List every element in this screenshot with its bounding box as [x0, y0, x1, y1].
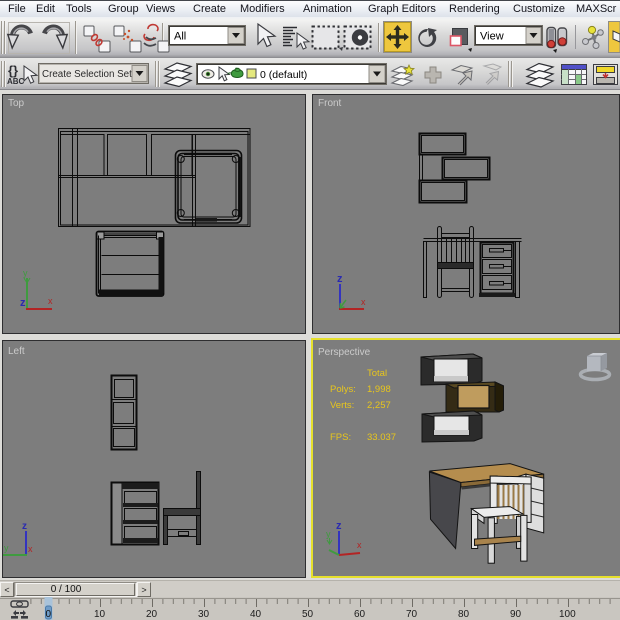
- svg-text:0: 0: [46, 609, 52, 620]
- svg-text:All: All: [174, 31, 186, 43]
- svg-text:30: 30: [198, 609, 210, 620]
- svg-text:z: z: [20, 297, 26, 309]
- svg-text:FPS:: FPS:: [330, 432, 351, 443]
- svg-text:Total: Total: [367, 368, 387, 379]
- svg-text:{}: {}: [8, 63, 18, 78]
- svg-text:70: 70: [406, 609, 418, 620]
- svg-text:x: x: [361, 297, 366, 307]
- svg-text:z: z: [336, 520, 342, 532]
- svg-text:100: 100: [559, 609, 576, 620]
- svg-text:1,998: 1,998: [367, 384, 391, 395]
- svg-text:y: y: [326, 529, 331, 539]
- svg-text:10: 10: [94, 609, 106, 620]
- svg-text:Verts:: Verts:: [330, 400, 354, 411]
- svg-text:50: 50: [302, 609, 314, 620]
- svg-text:Create Selection Set: Create Selection Set: [42, 69, 132, 80]
- svg-text:y: y: [4, 543, 9, 553]
- svg-text:x: x: [28, 544, 33, 554]
- svg-text:90: 90: [510, 609, 522, 620]
- svg-text:60: 60: [354, 609, 366, 620]
- svg-text:x: x: [48, 296, 53, 306]
- svg-text:y: y: [23, 268, 28, 278]
- svg-text:z: z: [337, 273, 343, 285]
- svg-text:0 (default): 0 (default): [260, 69, 307, 81]
- svg-text:80: 80: [458, 609, 470, 620]
- svg-text:x: x: [357, 540, 362, 550]
- svg-text:ABC: ABC: [7, 77, 25, 86]
- svg-text:20: 20: [146, 609, 158, 620]
- svg-text:40: 40: [250, 609, 262, 620]
- svg-text:z: z: [22, 521, 27, 532]
- svg-text:33.037: 33.037: [367, 432, 396, 443]
- svg-text:2,257: 2,257: [367, 400, 391, 411]
- svg-text:View: View: [480, 31, 504, 43]
- svg-text:Polys:: Polys:: [330, 384, 356, 395]
